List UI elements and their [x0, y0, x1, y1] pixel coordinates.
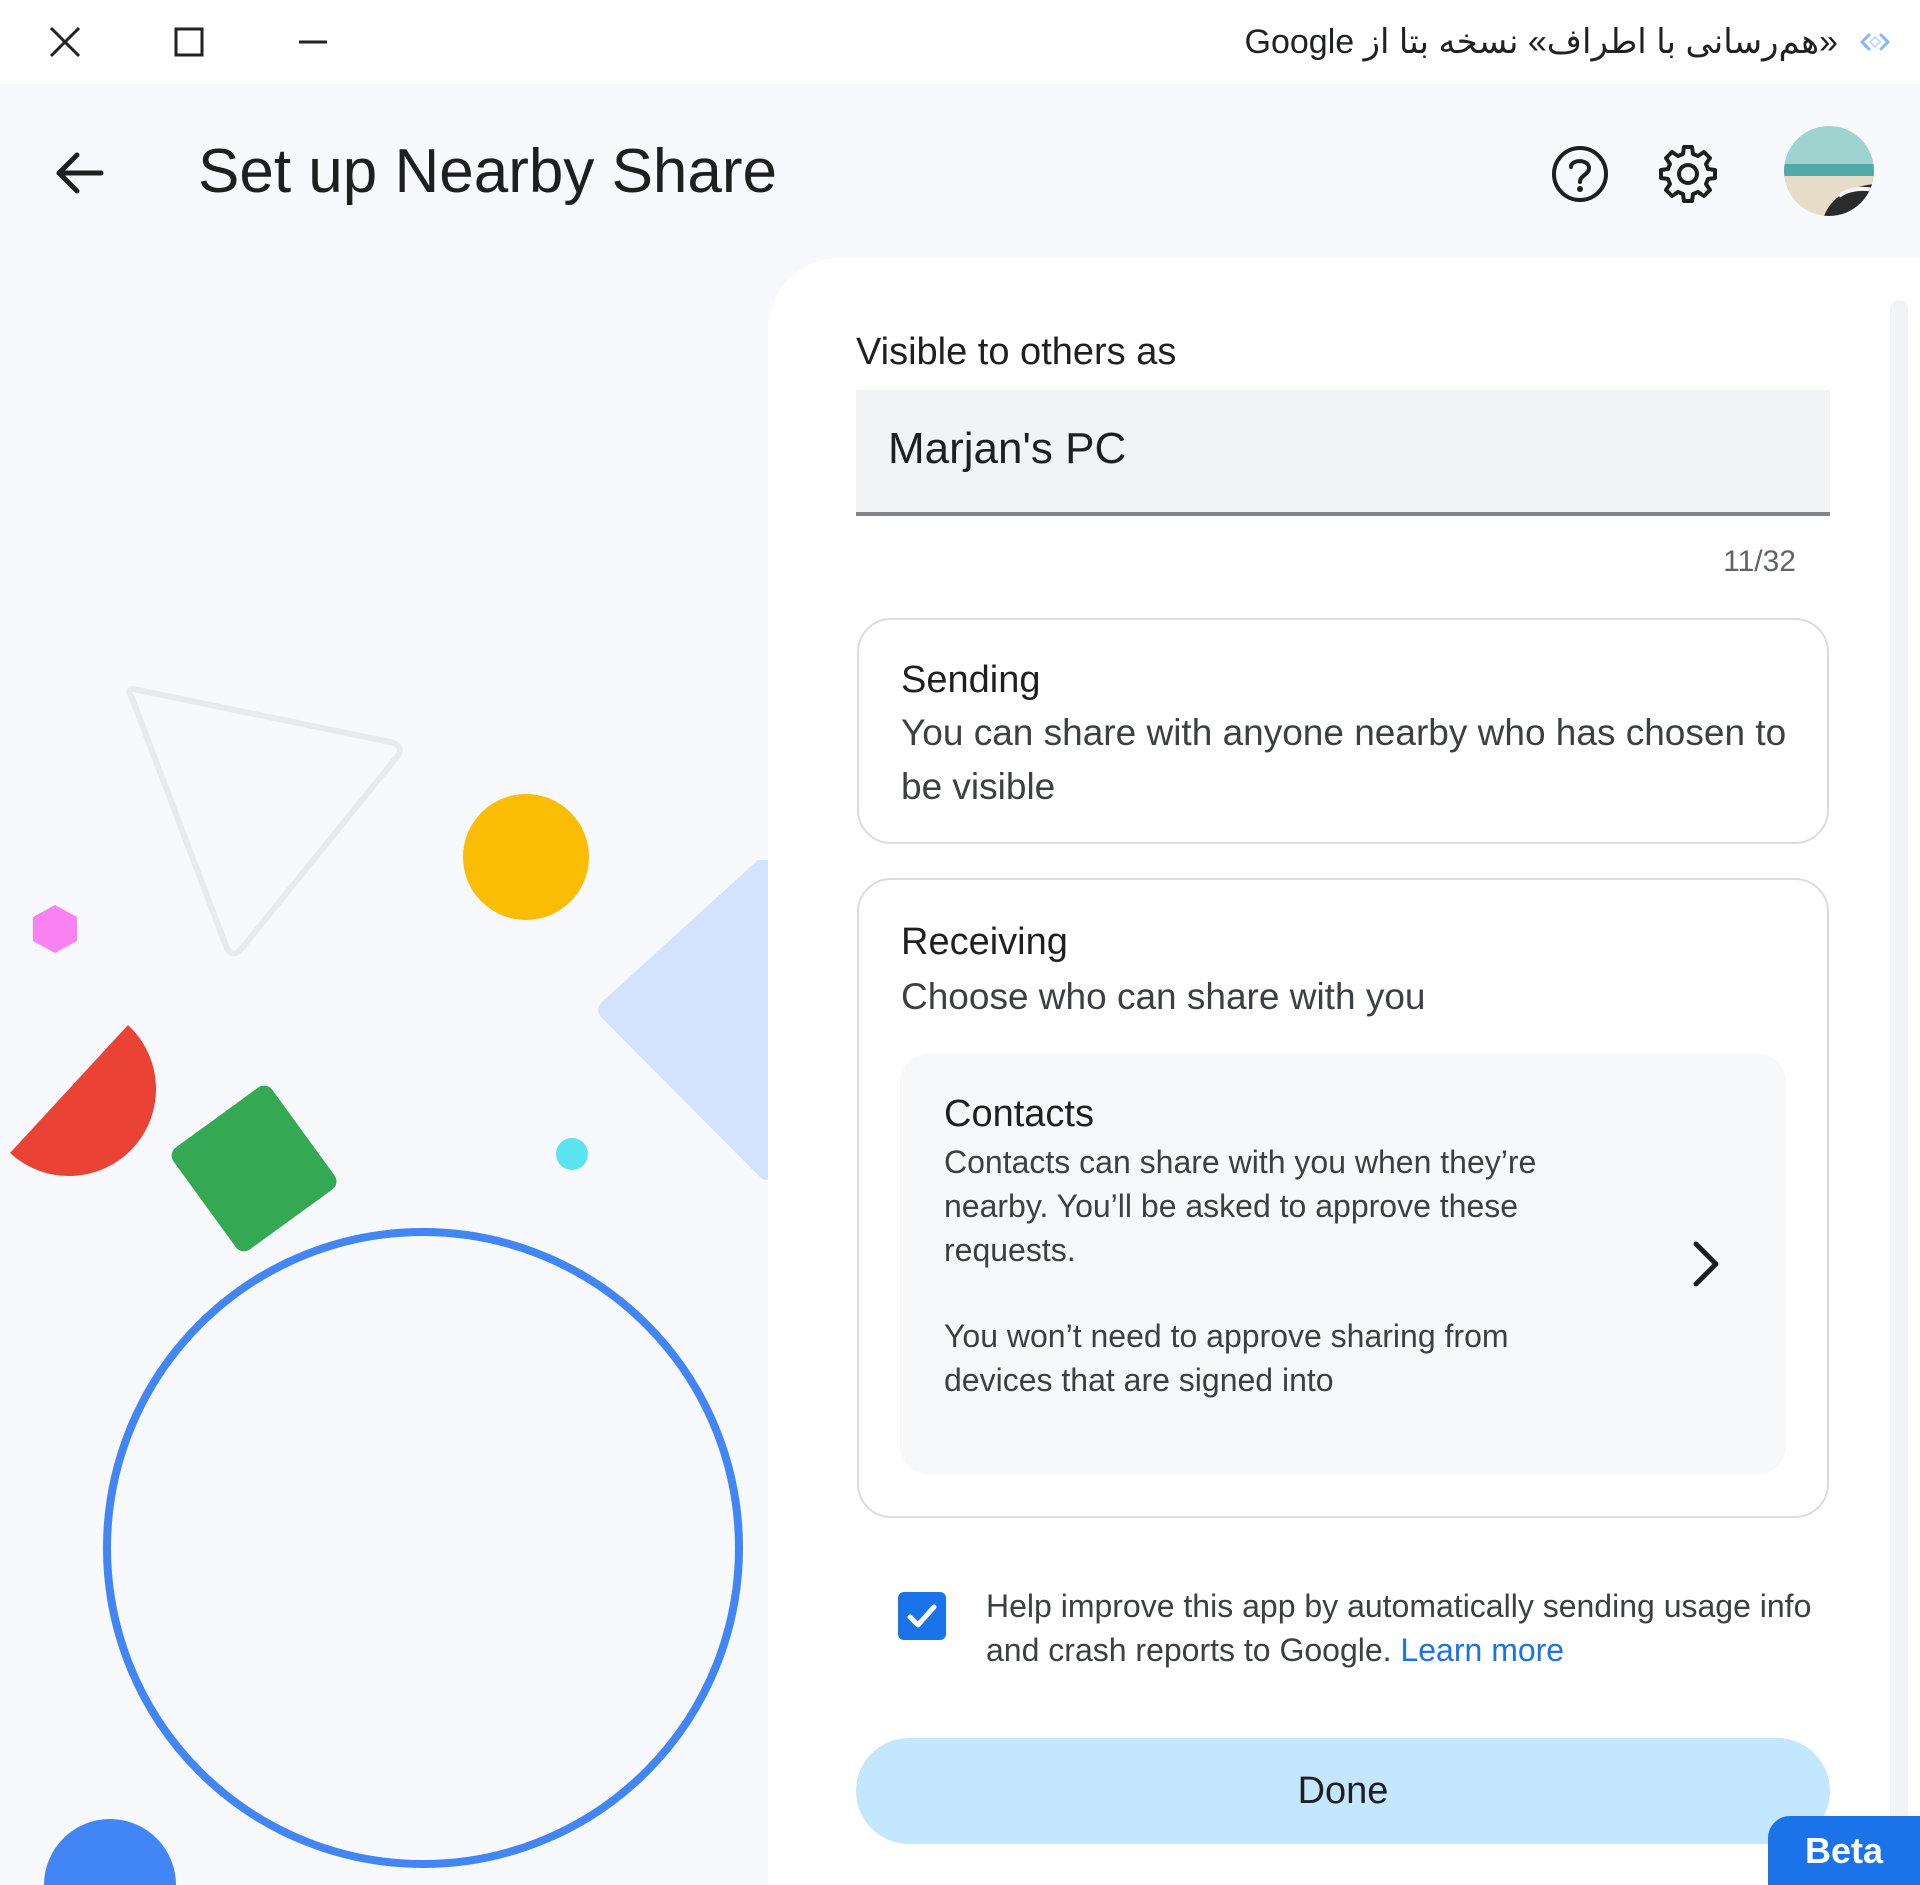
receiving-description: Choose who can share with you: [901, 976, 1426, 1017]
close-icon: [49, 26, 81, 58]
help-button[interactable]: [1544, 138, 1616, 210]
blue-partial-circle-shape: [44, 1819, 176, 1885]
device-name-field[interactable]: [856, 390, 1830, 516]
decorative-illustration: [10, 686, 770, 1885]
avatar[interactable]: [1784, 126, 1874, 216]
green-square-shape: [171, 1085, 337, 1252]
pink-hexagon-shape: [33, 905, 77, 953]
light-blue-diamond-shape: [598, 860, 770, 1180]
title-bar: «هم‌رسانی با اطراف» نسخه بتا از Google: [0, 0, 1920, 84]
sending-description: You can share with anyone nearby who has…: [901, 712, 1787, 807]
nearby-share-app-icon: [1860, 33, 1890, 51]
sending-title: Sending: [901, 659, 1041, 701]
contacts-title: Contacts: [944, 1093, 1094, 1135]
scrollbar[interactable]: [1890, 300, 1908, 1840]
page-title: Set up Nearby Share: [198, 137, 778, 206]
maximize-icon: [174, 27, 204, 57]
cyan-dot-shape: [556, 1138, 588, 1170]
chevron-right-icon: [1693, 1241, 1719, 1287]
red-half-circle-shape: [10, 1025, 157, 1177]
consent-text-block: Help improve this app by automatically s…: [986, 1584, 1816, 1672]
maximize-button[interactable]: [158, 16, 220, 68]
consent-text: Help improve this app by automatically s…: [986, 1588, 1812, 1668]
window-title: «هم‌رسانی با اطراف» نسخه بتا از Google: [1244, 23, 1838, 61]
settings-button[interactable]: [1652, 138, 1724, 210]
gear-icon: [1659, 145, 1717, 203]
checkmark-icon: [907, 1604, 937, 1628]
receiving-title: Receiving: [901, 921, 1068, 963]
usage-stats-checkbox[interactable]: [898, 1592, 946, 1640]
beta-badge: Beta: [1768, 1816, 1920, 1885]
visible-to-others-label: Visible to others as: [856, 331, 1177, 373]
triangle-outline-shape: [126, 686, 403, 957]
char-counter: 11/32: [1723, 545, 1796, 578]
avatar-image: [1784, 126, 1874, 216]
nearby-share-window: «هم‌رسانی با اطراف» نسخه بتا از Google S…: [0, 0, 1920, 1885]
contacts-description: Contacts can share with you when they’re…: [944, 1144, 1537, 1268]
sending-card: Sending You can share with anyone nearby…: [857, 618, 1829, 844]
done-button[interactable]: Done: [856, 1738, 1830, 1844]
device-name-input[interactable]: [888, 414, 1788, 484]
yellow-circle-shape: [463, 794, 589, 920]
back-arrow-icon: [56, 152, 104, 194]
contacts-description-secondary: You won’t need to approve sharing from d…: [944, 1318, 1509, 1398]
help-icon: [1552, 146, 1608, 202]
contacts-option[interactable]: Contacts Contacts can share with you whe…: [900, 1054, 1786, 1474]
back-button[interactable]: [44, 138, 114, 208]
blue-ring-shape: [103, 1228, 743, 1868]
minimize-button[interactable]: [282, 16, 344, 68]
close-button[interactable]: [34, 16, 96, 68]
minimize-icon: [299, 40, 327, 44]
learn-more-link[interactable]: Learn more: [1400, 1632, 1564, 1668]
